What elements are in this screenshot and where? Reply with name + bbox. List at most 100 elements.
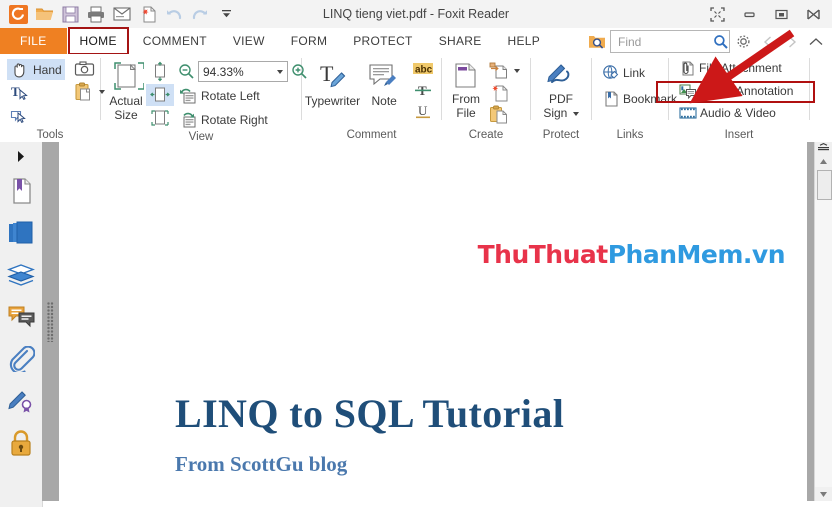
tab-home[interactable]: HOME bbox=[67, 27, 130, 55]
ribbon-group-tools: Hand T Tools bbox=[0, 54, 105, 145]
create-blank-page-button[interactable] bbox=[486, 82, 523, 103]
scrollbar-track[interactable] bbox=[815, 199, 832, 487]
foxit-logo-icon[interactable] bbox=[6, 2, 30, 26]
bookmarks-panel-icon[interactable] bbox=[6, 176, 36, 206]
scrollbar-thumb[interactable] bbox=[817, 170, 832, 200]
rotate-left-button[interactable]: Rotate Left bbox=[178, 86, 308, 106]
fit-visible-icon bbox=[149, 108, 171, 128]
link-button[interactable]: Link bbox=[599, 63, 680, 83]
highlight-button[interactable]: abc bbox=[408, 60, 438, 79]
camera-icon bbox=[74, 60, 95, 78]
search-input[interactable] bbox=[616, 31, 712, 52]
pdf-sign-caret-icon[interactable] bbox=[572, 111, 579, 116]
title-bar: LINQ tieng viet.pdf - Foxit Reader bbox=[0, 0, 832, 29]
tab-file[interactable]: FILE bbox=[0, 28, 67, 54]
signatures-panel-icon[interactable] bbox=[6, 386, 36, 416]
rotate-right-icon bbox=[178, 111, 198, 129]
redo-icon[interactable] bbox=[188, 2, 212, 26]
fullscreen-button[interactable] bbox=[702, 2, 732, 26]
zoom-out-icon[interactable] bbox=[178, 63, 195, 80]
tab-protect[interactable]: PROTECT bbox=[340, 28, 425, 54]
layers-panel-icon[interactable] bbox=[6, 260, 36, 290]
create-pdf-icon[interactable] bbox=[136, 2, 160, 26]
underline-button[interactable]: U bbox=[408, 102, 438, 121]
window-controls bbox=[702, 2, 828, 26]
watermark-part-2: PhanMem.vn bbox=[607, 240, 786, 269]
create-from-file-button[interactable]: From File bbox=[449, 59, 483, 120]
split-view-handle[interactable] bbox=[815, 142, 832, 154]
ribbon-groups: Hand T Tools Actual Size 94.33% Rotate L… bbox=[0, 54, 810, 145]
link-label: Link bbox=[623, 66, 646, 80]
actual-size-button[interactable]: Actual Size bbox=[108, 59, 144, 122]
note-button[interactable]: Note bbox=[366, 59, 402, 108]
select-annotation-tool-button[interactable] bbox=[7, 106, 65, 127]
fit-visible-button[interactable] bbox=[146, 107, 174, 129]
fit-page-button[interactable] bbox=[146, 60, 174, 83]
tab-help[interactable]: HELP bbox=[495, 28, 554, 54]
svg-text:T: T bbox=[11, 84, 20, 99]
ribbon-tab-strip: FILE HOME COMMENT VIEW FORM PROTECT SHAR… bbox=[0, 27, 832, 55]
watermark-part-1: ThuThuat bbox=[477, 240, 609, 269]
select-text-tool-button[interactable]: T bbox=[7, 82, 65, 104]
create-from-scanner-button[interactable] bbox=[486, 60, 523, 81]
hand-tool-label: Hand bbox=[33, 62, 62, 77]
bookmark-button[interactable]: Bookmark bbox=[599, 89, 680, 109]
print-icon[interactable] bbox=[84, 2, 108, 26]
quick-access-toolbar bbox=[6, 2, 238, 26]
typewriter-button[interactable]: T Typewriter bbox=[305, 59, 360, 108]
previous-page-icon[interactable] bbox=[757, 31, 778, 52]
close-button[interactable] bbox=[798, 2, 828, 26]
comments-panel-icon[interactable] bbox=[6, 302, 36, 332]
tab-form[interactable]: FORM bbox=[278, 28, 341, 54]
splitter-grip bbox=[47, 302, 54, 342]
panel-splitter[interactable] bbox=[42, 142, 59, 501]
customize-qat-icon[interactable] bbox=[214, 2, 238, 26]
strikeout-button[interactable]: T bbox=[408, 81, 438, 100]
ribbon-group-links: Link Bookmark Links bbox=[592, 54, 677, 145]
advanced-search-icon[interactable] bbox=[586, 31, 607, 52]
hand-icon bbox=[10, 60, 30, 79]
gear-icon[interactable] bbox=[733, 31, 754, 52]
zoom-level-combobox[interactable]: 94.33% bbox=[198, 61, 288, 82]
minimize-button[interactable] bbox=[734, 2, 764, 26]
zoom-dropdown-caret-icon[interactable] bbox=[277, 69, 283, 74]
rotate-left-icon bbox=[178, 87, 198, 105]
create-from-clipboard-button[interactable] bbox=[486, 104, 523, 125]
tab-comment[interactable]: COMMENT bbox=[130, 28, 220, 54]
foxit-reader-window: LINQ tieng viet.pdf - Foxit Reader FILE … bbox=[0, 0, 832, 507]
from-scanner-caret-icon[interactable] bbox=[514, 68, 520, 73]
hand-tool-button[interactable]: Hand bbox=[7, 59, 65, 80]
email-icon[interactable] bbox=[110, 2, 134, 26]
find-input-wrap[interactable] bbox=[610, 30, 730, 53]
open-icon[interactable] bbox=[32, 2, 56, 26]
pdf-sign-button[interactable]: PDF Sign bbox=[538, 59, 584, 120]
collapse-ribbon-icon[interactable] bbox=[805, 31, 826, 52]
zoom-level-value: 94.33% bbox=[203, 64, 244, 79]
fit-width-button[interactable] bbox=[146, 84, 174, 106]
document-view[interactable]: ThuThuatPhanMem.vn LINQ to SQL Tutorial … bbox=[59, 142, 807, 501]
underline-icon: U bbox=[411, 103, 435, 120]
restore-button[interactable] bbox=[766, 2, 796, 26]
vertical-scrollbar[interactable] bbox=[814, 142, 832, 501]
image-annotation-button[interactable]: Image Annotation bbox=[676, 81, 796, 101]
rotate-right-button[interactable]: Rotate Right bbox=[178, 110, 308, 130]
abc-highlight-icon: abc bbox=[411, 61, 435, 78]
pages-panel-icon[interactable] bbox=[6, 218, 36, 248]
attachments-panel-icon[interactable] bbox=[6, 344, 36, 374]
expand-panel-arrow-icon[interactable] bbox=[6, 148, 36, 164]
clipboard-icon bbox=[74, 82, 96, 102]
tab-view[interactable]: VIEW bbox=[220, 28, 278, 54]
undo-icon[interactable] bbox=[162, 2, 186, 26]
watermark: ThuThuatPhanMem.vn bbox=[477, 240, 786, 269]
scroll-down-button[interactable] bbox=[815, 487, 832, 501]
pdf-sign-label-2: Sign bbox=[543, 107, 579, 120]
file-attachment-button[interactable]: File Attachment bbox=[676, 58, 796, 78]
save-icon[interactable] bbox=[58, 2, 82, 26]
group-separator bbox=[809, 58, 810, 120]
search-icon[interactable] bbox=[712, 31, 729, 52]
audio-video-button[interactable]: Audio & Video bbox=[676, 104, 796, 122]
security-panel-icon[interactable] bbox=[6, 428, 36, 458]
next-page-icon[interactable] bbox=[781, 31, 802, 52]
scroll-up-button[interactable] bbox=[815, 155, 832, 168]
tab-share[interactable]: SHARE bbox=[426, 28, 495, 54]
